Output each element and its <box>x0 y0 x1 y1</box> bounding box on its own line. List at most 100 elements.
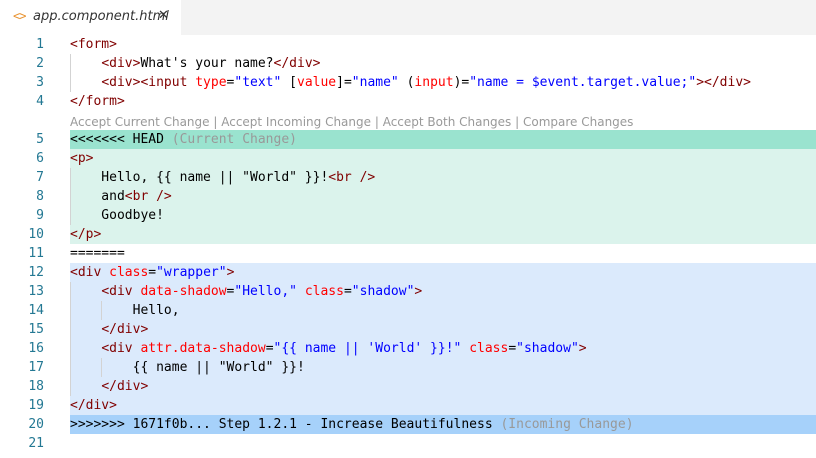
indent-guide <box>101 358 103 377</box>
code-line[interactable]: 10 </p> <box>0 225 816 244</box>
html-file-icon: <> <box>13 9 26 23</box>
code-token-text: {{ name || "World" }}! <box>70 360 305 375</box>
line-code: </div> <box>70 320 148 339</box>
line-gutter[interactable]: 14 <box>0 301 62 320</box>
line-gutter[interactable]: 3 <box>0 73 62 92</box>
line-gutter[interactable]: 21 <box>0 434 62 453</box>
code-line[interactable]: 16 <div attr.data-shadow="{{ name || 'Wo… <box>0 339 816 358</box>
line-gutter[interactable]: 7 <box>0 168 62 187</box>
code-token-str: "Hello," <box>234 284 297 299</box>
code-token-text: Hello, {{ name || "World" }}! <box>70 170 329 185</box>
code-line[interactable]: 15 </div> <box>0 320 816 339</box>
code-token-str: "name = $event.target.value;" <box>469 75 697 90</box>
indent-guide <box>70 282 71 396</box>
line-number: 3 <box>36 75 44 90</box>
line-gutter[interactable]: 8 <box>0 187 62 206</box>
code-token-attr: data-shadow <box>140 284 227 299</box>
code-line[interactable]: 17 {{ name || "World" }}! <box>0 358 816 377</box>
compare-changes-link[interactable]: Compare Changes <box>523 115 633 129</box>
code-line[interactable]: 2 <div>What's your name?</div> <box>0 54 816 73</box>
accept-both-changes-link[interactable]: Accept Both Changes <box>383 115 512 129</box>
code-token-str: "text" <box>234 75 282 90</box>
code-token-attr: class <box>469 341 509 356</box>
line-code: </p> <box>70 225 101 244</box>
accept-current-change-link[interactable]: Accept Current Change <box>70 115 210 129</box>
code-line[interactable]: 4 </form> <box>0 92 816 111</box>
line-code: <div>What's your name?</div> <box>70 54 320 73</box>
line-gutter[interactable]: 13 <box>0 282 62 301</box>
tab-bar: <> app.component.html ✕ <box>0 0 816 35</box>
code-token-str: "{{ name || 'World' }}!" <box>273 341 462 356</box>
code-token-tag: <form> <box>70 37 117 52</box>
code-line[interactable]: 20 >>>>>>> 1671f0b... Step 1.2.1 - Increa… <box>0 415 816 434</box>
code-token-attr: class <box>109 265 149 280</box>
close-icon[interactable]: ✕ <box>158 8 169 23</box>
line-gutter[interactable]: 16 <box>0 339 62 358</box>
line-number: 12 <box>28 265 44 280</box>
code-line[interactable]: 7 Hello, {{ name || "World" }}!<br /> <box>0 168 816 187</box>
code-token-text: = <box>148 265 157 280</box>
line-code: <form> <box>70 35 117 54</box>
code-line[interactable]: 3 <div><input type="text" [value]="name"… <box>0 73 816 92</box>
code-token-str: "shadow" <box>516 341 579 356</box>
code-token-text: Hello, <box>70 303 180 318</box>
code-line[interactable]: 12 <div class="wrapper"> <box>0 263 816 282</box>
line-gutter[interactable]: 18 <box>0 377 62 396</box>
editor-tab[interactable]: <> app.component.html ✕ <box>0 0 181 35</box>
code-token-text: = <box>343 284 352 299</box>
code-line[interactable]: 13 <div data-shadow="Hello," class="shad… <box>0 282 816 301</box>
incoming-change-highlight <box>70 301 816 320</box>
line-code: <div class="wrapper"> <box>70 263 234 282</box>
tab-title[interactable]: app.component.html <box>33 9 169 24</box>
code-line[interactable]: 14 Hello, <box>0 301 816 320</box>
code-token-tag: ></div> <box>696 75 751 90</box>
line-code: >>>>>>> 1671f0b... Step 1.2.1 - Increase… <box>70 415 634 434</box>
line-gutter[interactable]: 1 <box>0 35 62 54</box>
code-token-text: >>>>>>> 1671f0b... Step 1.2.1 - Increase… <box>70 417 501 432</box>
line-number: 11 <box>28 246 44 261</box>
line-number: 21 <box>28 436 44 451</box>
line-gutter[interactable]: 20 <box>0 415 62 434</box>
code-line[interactable]: 6 <p> <box>0 149 816 168</box>
line-gutter[interactable]: 2 <box>0 54 62 73</box>
code-line[interactable]: 9 Goodbye! <box>0 206 816 225</box>
code-token-tag: </form> <box>70 94 125 109</box>
line-code: Hello, {{ name || "World" }}!<br /> <box>70 168 375 187</box>
code-token-text: What's your name? <box>140 56 274 71</box>
code-token-attr: input <box>414 75 454 90</box>
line-gutter[interactable]: 4 <box>0 92 62 111</box>
code-token-tag: </div> <box>101 322 149 337</box>
line-number: 2 <box>36 56 44 71</box>
line-number: 10 <box>28 227 44 242</box>
accept-incoming-change-link[interactable]: Accept Incoming Change <box>221 115 371 129</box>
line-gutter[interactable]: 10 <box>0 225 62 244</box>
code-token-tag: <div <box>101 341 141 356</box>
indent-guide <box>70 54 71 92</box>
line-gutter[interactable]: 19 <box>0 396 62 415</box>
line-gutter[interactable]: 15 <box>0 320 62 339</box>
line-gutter[interactable]: 11 <box>0 244 62 263</box>
line-gutter[interactable]: 9 <box>0 206 62 225</box>
line-gutter[interactable]: 12 <box>0 263 62 282</box>
code-token-tag: > <box>226 265 235 280</box>
code-line[interactable]: 8 and<br /> <box>0 187 816 206</box>
line-code: <<<<<<< HEAD (Current Change) <box>70 130 297 149</box>
line-gutter[interactable]: 6 <box>0 149 62 168</box>
line-code: </form> <box>70 92 125 111</box>
line-gutter[interactable]: 17 <box>0 358 62 377</box>
code-line[interactable]: 21 <box>0 434 816 453</box>
code-line[interactable]: 18 </div> <box>0 377 816 396</box>
code-line[interactable]: 11 ======= <box>0 244 816 263</box>
line-gutter[interactable]: 5 <box>0 130 62 149</box>
code-editor[interactable]: 1 <form> 2 <div>What's your name?</div> 3 <… <box>0 35 816 458</box>
line-code: </div> <box>70 396 117 415</box>
code-token-text: ( <box>398 75 415 90</box>
code-token-attr: type <box>195 75 227 90</box>
code-line[interactable]: 5 <<<<<<< HEAD (Current Change) <box>0 130 816 149</box>
code-line[interactable]: 1 <form> <box>0 35 816 54</box>
code-line[interactable]: 19 </div> <box>0 396 816 415</box>
